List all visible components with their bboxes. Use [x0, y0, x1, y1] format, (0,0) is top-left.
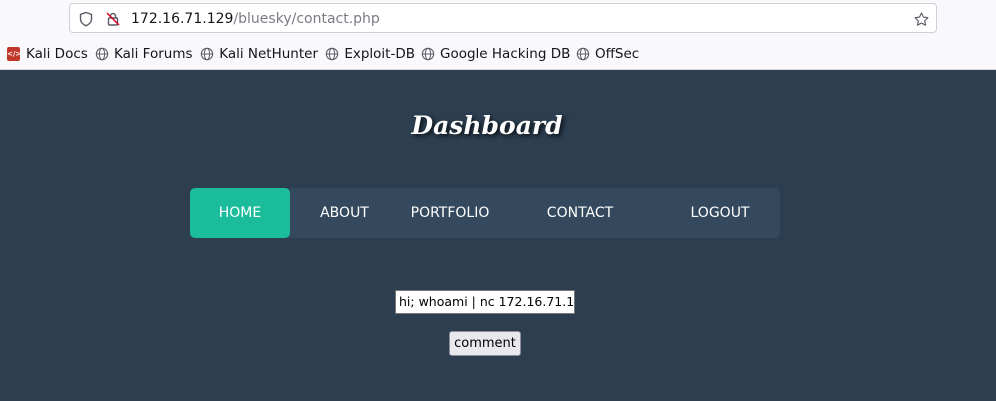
url-path: /bluesky/contact.php: [233, 11, 380, 27]
bookmark-label: Kali NetHunter: [219, 46, 318, 62]
comment-button[interactable]: comment: [449, 331, 521, 356]
comment-input[interactable]: hi; whoami | nc 172.16.71.1: [395, 290, 575, 314]
globe-icon: [575, 47, 590, 62]
address-bar[interactable]: 172.16.71.129/bluesky/contact.php: [69, 3, 937, 33]
nav-item-portfolio[interactable]: PORTFOLIO: [397, 188, 503, 238]
nav-item-home[interactable]: HOME: [190, 188, 290, 238]
nav-item-contact[interactable]: CONTACT: [535, 188, 625, 238]
page-content: Dashboard HOME ABOUT PORTFOLIO CONTACT L…: [0, 71, 996, 401]
bookmark-google-hacking-db[interactable]: Google Hacking DB: [421, 46, 571, 62]
bookmark-label: Kali Docs: [26, 46, 88, 62]
bookmark-label: Exploit-DB: [344, 46, 415, 62]
bookmark-offsec[interactable]: OffSec: [575, 46, 641, 62]
shield-icon[interactable]: [77, 10, 95, 28]
bookmark-kali-forums[interactable]: Kali Forums: [94, 46, 194, 62]
insecure-lock-icon[interactable]: [104, 10, 122, 28]
globe-icon: [94, 47, 109, 62]
bookmark-star-icon[interactable]: [912, 10, 930, 28]
bookmark-exploit-db[interactable]: Exploit-DB: [325, 46, 415, 62]
url-host: 172.16.71.129: [131, 11, 234, 27]
nav-item-logout[interactable]: LOGOUT: [679, 188, 761, 238]
page-title: Dashboard: [411, 111, 563, 140]
main-nav: HOME ABOUT PORTFOLIO CONTACT LOGOUT: [190, 188, 780, 238]
globe-icon: [421, 47, 435, 62]
url-text[interactable]: 172.16.71.129/bluesky/contact.php: [131, 10, 380, 28]
globe-icon: [200, 47, 214, 62]
globe-icon: [325, 47, 339, 62]
kali-docs-icon: </>: [6, 47, 21, 62]
bookmark-kali-nethunter[interactable]: Kali NetHunter: [200, 46, 318, 62]
bookmark-label: Google Hacking DB: [440, 46, 571, 62]
bookmark-label: OffSec: [595, 46, 640, 62]
nav-item-about[interactable]: ABOUT: [308, 188, 381, 238]
browser-chrome: 172.16.71.129/bluesky/contact.php </> Ka…: [0, 0, 996, 70]
bookmark-label: Kali Forums: [114, 46, 193, 62]
bookmark-kali-docs[interactable]: </> Kali Docs: [6, 46, 96, 62]
